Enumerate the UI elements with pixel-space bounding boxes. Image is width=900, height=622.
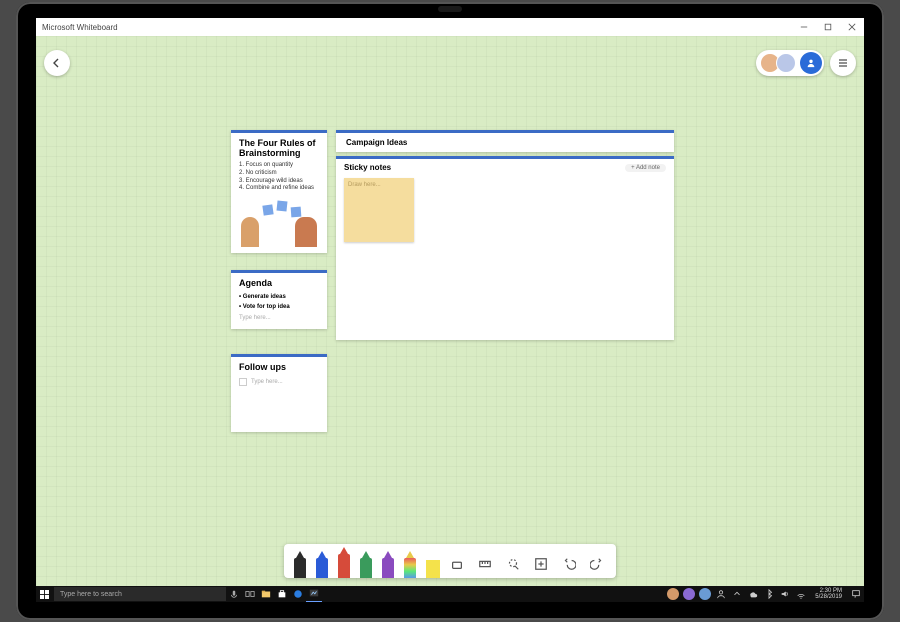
screen: Microsoft Whiteboard [36, 18, 864, 602]
rules-illustration [237, 199, 321, 247]
list-item: 2. No criticism [239, 170, 319, 178]
taskbar-avatar[interactable] [697, 586, 713, 602]
highlighter[interactable] [426, 550, 438, 578]
tray-chevron-icon[interactable] [729, 586, 745, 602]
search-placeholder: Type here to search [60, 591, 122, 598]
taskbar-search[interactable]: Type here to search [54, 587, 226, 601]
taskbar-avatar[interactable] [681, 586, 697, 602]
window-title: Microsoft Whiteboard [42, 23, 118, 32]
placeholder-text: Type here... [251, 379, 283, 385]
window-minimize-button[interactable] [792, 18, 816, 36]
pen-toolbar [284, 544, 616, 578]
edge-icon[interactable] [290, 586, 306, 602]
window-titlebar: Microsoft Whiteboard [36, 18, 864, 37]
list-item: 4. Combine and refine ideas [239, 185, 319, 193]
card-rules[interactable]: The Four Rules of Brainstorming 1. Focus… [231, 130, 327, 253]
taskbar-clock[interactable]: 2:30 PM 5/28/2019 [809, 588, 848, 600]
pen-black[interactable] [294, 550, 306, 578]
eraser-button[interactable] [448, 550, 466, 578]
people-icon[interactable] [713, 586, 729, 602]
list-item: 1. Focus on quantity [239, 162, 319, 170]
action-center-icon[interactable] [848, 586, 864, 602]
window-close-button[interactable] [840, 18, 864, 36]
section-title: Sticky notes [344, 163, 391, 172]
start-button[interactable] [36, 586, 52, 602]
bluetooth-icon[interactable] [761, 586, 777, 602]
card-title: The Four Rules of Brainstorming [231, 133, 327, 162]
sticky-placeholder: Draw here... [348, 182, 381, 188]
taskbar-avatar[interactable] [665, 586, 681, 602]
agenda-placeholder[interactable]: Type here... [231, 312, 327, 329]
ruler-button[interactable] [476, 550, 494, 578]
card-followups[interactable]: Follow ups Type here... [231, 354, 327, 432]
pen-green[interactable] [360, 550, 372, 578]
list-item: 3. Encourage wild ideas [239, 178, 319, 186]
onedrive-icon[interactable] [745, 586, 761, 602]
network-icon[interactable] [793, 586, 809, 602]
clock-date: 5/28/2019 [815, 594, 842, 600]
whiteboard-canvas[interactable]: The Four Rules of Brainstorming 1. Focus… [36, 36, 864, 586]
card-campaign-header[interactable]: Campaign Ideas [336, 130, 674, 152]
window-controls [792, 18, 864, 36]
agenda-item: Generate ideas [231, 292, 327, 302]
pen-blue[interactable] [316, 550, 328, 578]
file-explorer-icon[interactable] [258, 586, 274, 602]
task-view-button[interactable] [242, 586, 258, 602]
invite-button[interactable] [800, 52, 822, 74]
avatar [776, 53, 796, 73]
followup-placeholder[interactable]: Type here... [231, 376, 327, 388]
add-button[interactable] [532, 550, 550, 578]
agenda-item: Vote for top idea [231, 302, 327, 312]
settings-menu-button[interactable] [830, 50, 856, 76]
window-maximize-button[interactable] [816, 18, 840, 36]
back-button[interactable] [44, 50, 70, 76]
windows-taskbar: Type here to search 2:30 PM 5/28/2019 [36, 586, 864, 602]
volume-icon[interactable] [777, 586, 793, 602]
tablet-camera [438, 6, 462, 12]
card-title: Follow ups [231, 357, 327, 376]
whiteboard-app-icon[interactable] [306, 585, 322, 602]
add-note-button[interactable]: + Add note [625, 164, 666, 172]
card-agenda[interactable]: Agenda Generate ideas Vote for top idea … [231, 270, 327, 329]
card-title: Agenda [231, 273, 327, 292]
redo-button[interactable] [588, 550, 606, 578]
pen-rainbow[interactable] [404, 550, 416, 578]
collaborators-pill[interactable] [756, 50, 824, 76]
store-icon[interactable] [274, 586, 290, 602]
lasso-button[interactable] [504, 550, 522, 578]
cortana-mic-icon[interactable] [226, 586, 242, 602]
card-sticky-section[interactable]: Sticky notes + Add note Draw here... [336, 156, 674, 340]
rules-list: 1. Focus on quantity 2. No criticism 3. … [231, 162, 327, 197]
card-title: Campaign Ideas [336, 133, 674, 152]
undo-button[interactable] [560, 550, 578, 578]
tablet-frame: Microsoft Whiteboard [16, 2, 884, 620]
sticky-note[interactable]: Draw here... [344, 178, 414, 242]
sticky-section-header: Sticky notes + Add note [336, 159, 674, 176]
pen-purple[interactable] [382, 550, 394, 578]
pen-red[interactable] [338, 546, 350, 578]
checkbox-icon[interactable] [239, 378, 247, 386]
